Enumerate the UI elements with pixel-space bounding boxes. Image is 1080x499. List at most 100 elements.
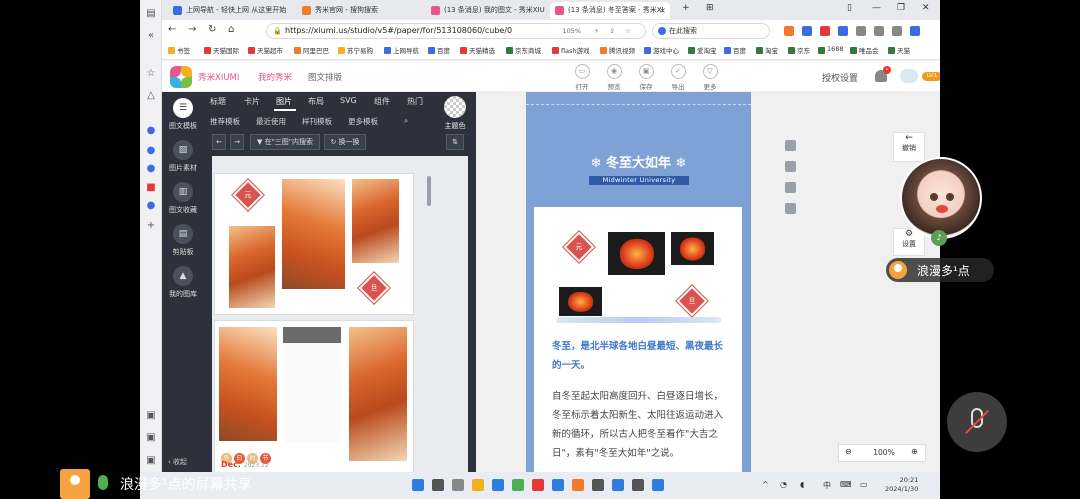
template-card[interactable]: 元 旦 <box>214 173 414 315</box>
search-icon[interactable]: ⌕ <box>404 116 408 126</box>
app-icon[interactable] <box>592 479 604 491</box>
bookmark-item[interactable]: 天猫精选 <box>460 45 495 55</box>
window-menu-icon[interactable]: ▯ <box>847 3 852 13</box>
subtab-recommended[interactable]: 推荐模板 <box>210 116 240 127</box>
bookmark-item[interactable]: 腾讯视频 <box>600 45 635 55</box>
mute-mic-button[interactable] <box>947 392 1007 452</box>
sidebar-panel-icon[interactable]: ▤ <box>145 8 157 20</box>
back-collapse-icon[interactable]: « <box>145 30 157 42</box>
taskview-icon[interactable] <box>452 479 464 491</box>
volume-icon[interactable]: ◖ <box>800 480 804 489</box>
save-button[interactable]: ▣ 保存 <box>631 64 661 91</box>
template-card[interactable]: 冬日时节 Dec. 2023.12 <box>214 320 414 472</box>
sidebar-item-templates[interactable]: ☰ 图文模板 <box>162 98 204 131</box>
sidebar-item-gallery[interactable]: ▲ 我的图库 <box>162 266 204 299</box>
app-icon[interactable] <box>572 479 584 491</box>
triangle-icon[interactable]: △ <box>145 90 157 102</box>
extension-icon[interactable] <box>910 26 920 36</box>
input-lang[interactable]: 中 <box>823 480 831 491</box>
open-button[interactable]: ▭ 打开 <box>567 64 597 91</box>
star-outline-icon[interactable]: ☆ <box>625 24 631 38</box>
subtab-sample[interactable]: 样刊模板 <box>302 116 332 127</box>
tab[interactable]: 上网导航 - 轻快上网 从这里开始 <box>168 2 288 19</box>
bookmark-item[interactable]: 上网导航 <box>384 45 419 55</box>
swap-button[interactable]: ↻ 换一换 <box>324 134 366 150</box>
tab-image[interactable]: 图片 <box>276 96 292 107</box>
bookmark-item[interactable]: 百度 <box>428 45 450 55</box>
ime-icon[interactable]: ⌨ <box>840 480 852 489</box>
trash-icon[interactable]: ▣ <box>145 455 157 467</box>
bookmark-item[interactable]: 阿里巴巴 <box>294 45 329 55</box>
close-tab-icon[interactable]: × <box>659 2 666 19</box>
next-icon[interactable]: → <box>230 134 244 150</box>
bookmark-item[interactable]: 京东 <box>788 45 810 55</box>
bell-icon[interactable]: • <box>875 66 891 82</box>
extension-icon[interactable] <box>838 26 848 36</box>
app-icon[interactable] <box>612 479 624 491</box>
reload-icon[interactable]: ↻ <box>208 24 216 35</box>
bookmark-item[interactable]: flash游戏 <box>552 45 590 55</box>
bookmark-item[interactable]: 爱淘宝 <box>688 45 717 55</box>
star-icon[interactable]: ☆ <box>145 68 157 80</box>
new-tab-icon[interactable]: + <box>682 3 690 13</box>
collapse-button[interactable]: ‹ 收起 <box>168 457 187 467</box>
extension-icon[interactable] <box>856 26 866 36</box>
bookmark-item[interactable]: 京东商城 <box>506 45 541 55</box>
app-icon[interactable]: ● <box>145 125 157 137</box>
maximize-icon[interactable]: ❐ <box>897 3 905 13</box>
tab-list-icon[interactable]: ⊞ <box>706 3 714 13</box>
xiumi-logo-icon[interactable] <box>170 66 192 88</box>
tab-layout[interactable]: 布局 <box>308 96 324 107</box>
tray-chevron-icon[interactable]: ^ <box>762 480 769 489</box>
tab-title[interactable]: 标题 <box>210 96 226 107</box>
bookmark-item[interactable]: 游戏中心 <box>644 45 679 55</box>
start-icon[interactable] <box>412 479 424 491</box>
tab[interactable]: 秀米官网 - 搜狗搜索 <box>297 2 417 19</box>
bookmark-item[interactable]: 苏宁易购 <box>338 45 373 55</box>
app-icon[interactable] <box>532 479 544 491</box>
search-input[interactable]: 在此搜索 <box>652 23 770 39</box>
battery-icon[interactable]: ▭ <box>860 480 868 489</box>
bookmark-item[interactable]: 天猫国际 <box>204 45 239 55</box>
subtab-recent[interactable]: 最近使用 <box>256 116 286 127</box>
zoom-in-icon[interactable]: ⊕ <box>911 447 918 456</box>
sidebar-item-images[interactable]: ▨ 图片素材 <box>162 140 204 173</box>
extension-icon[interactable] <box>802 26 812 36</box>
nav-my-xiumi[interactable]: 我的秀米 <box>258 71 292 83</box>
theme-color-button[interactable]: 主题色 <box>437 96 473 131</box>
forward-icon[interactable]: → <box>188 24 196 35</box>
app-icon[interactable] <box>632 479 644 491</box>
auth-settings-link[interactable]: 授权设置 <box>822 71 858 84</box>
app-icon[interactable] <box>512 479 524 491</box>
tab-svg[interactable]: SVG <box>340 96 357 105</box>
bolt-icon[interactable]: ⚡ <box>594 24 599 38</box>
extension-icon[interactable] <box>874 26 884 36</box>
subtab-more[interactable]: 更多模板 <box>348 116 378 127</box>
system-clock[interactable]: 20:21 2024/1/30 <box>885 476 918 494</box>
app-icon[interactable]: ● <box>145 145 157 157</box>
extension-icon[interactable] <box>892 26 902 36</box>
download-icon[interactable]: ▣ <box>145 410 157 422</box>
eye-icon[interactable] <box>785 203 796 214</box>
app-icon[interactable]: ● <box>145 163 157 175</box>
bookmark-item[interactable]: 天猫超市 <box>248 45 283 55</box>
close-window-icon[interactable]: ✕ <box>922 3 930 13</box>
back-icon[interactable]: ← <box>168 24 176 35</box>
chart-icon[interactable] <box>785 182 796 193</box>
app-icon[interactable]: ● <box>145 200 157 212</box>
grid-icon[interactable] <box>785 140 796 151</box>
minimize-icon[interactable]: — <box>872 3 881 13</box>
article-preview[interactable]: ❄ 冬至大如年 ❄ Midwinter University 元 旦 冬至，是北… <box>526 92 751 472</box>
tab-hot[interactable]: 热门 <box>407 96 423 107</box>
user-avatar[interactable] <box>900 69 918 83</box>
brand-name[interactable]: 秀米XIUMI <box>198 71 239 83</box>
prev-icon[interactable]: ← <box>212 134 226 150</box>
bookmark-item[interactable]: 百度 <box>724 45 746 55</box>
tab-card[interactable]: 卡片 <box>244 96 260 107</box>
filter-search-button[interactable]: ▼ 在"三图"内搜索 <box>250 134 320 150</box>
app-icon[interactable] <box>552 479 564 491</box>
share-icon[interactable]: ⇪ <box>610 24 615 38</box>
explorer-icon[interactable] <box>472 479 484 491</box>
zoom-out-icon[interactable]: ⊖ <box>845 447 852 456</box>
tab-active[interactable]: (13 条消息) 冬至答案 - 秀米XI × <box>550 2 670 19</box>
